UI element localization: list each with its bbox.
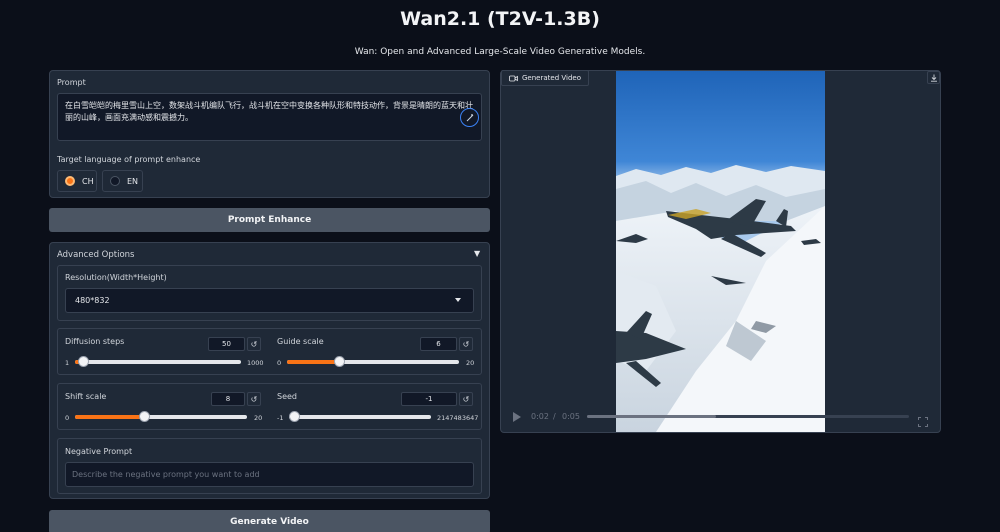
video-label-tag: Generated Video — [501, 70, 589, 86]
video-scene-image — [616, 71, 825, 432]
video-time-total: 0:05 — [562, 412, 580, 421]
resolution-label: Resolution(Width*Height) — [65, 273, 167, 282]
negative-prompt-input[interactable]: Describe the negative prompt you want to… — [65, 462, 474, 487]
slider-fill — [75, 415, 144, 419]
diffusion-steps-input[interactable]: 50 — [208, 337, 245, 351]
page-subtitle: Wan: Open and Advanced Large-Scale Video… — [354, 47, 646, 57]
video-time-current: 0:02 — [531, 412, 549, 421]
diffusion-steps-max: 1000 — [247, 359, 264, 367]
prompt-textarea[interactable]: 在白雪皑皑的梅里雪山上空，数架战斗机编队飞行，战斗机在空中变换各种队形和特技动作… — [57, 93, 482, 141]
enhance-language-label: Target language of prompt enhance — [57, 155, 201, 164]
radio-en-label: EN — [127, 176, 139, 186]
slider-track — [289, 415, 431, 419]
shift-seed-block — [57, 383, 482, 430]
radio-selected-icon — [65, 176, 75, 186]
negative-prompt-label: Negative Prompt — [65, 447, 133, 456]
slider-thumb[interactable] — [289, 411, 300, 422]
seed-min: -1 — [277, 414, 284, 422]
generate-video-button[interactable]: Generate Video — [49, 510, 490, 532]
seed-input[interactable]: -1 — [401, 392, 457, 406]
video-label-text: Generated Video — [522, 74, 581, 82]
video-progress-fill — [587, 415, 716, 418]
radio-en[interactable]: EN — [102, 170, 143, 192]
shift-scale-label: Shift scale — [65, 392, 107, 401]
radio-ch[interactable]: CH — [57, 170, 97, 192]
seed-slider[interactable] — [289, 411, 431, 422]
guide-scale-input[interactable]: 6 — [420, 337, 457, 351]
radio-ch-label: CH — [82, 176, 94, 186]
fullscreen-icon[interactable] — [918, 412, 928, 427]
guide-scale-max: 20 — [466, 359, 475, 367]
video-frame[interactable] — [616, 71, 825, 432]
slider-track — [75, 360, 241, 364]
slider-thumb[interactable] — [139, 411, 150, 422]
seed-reset-icon[interactable]: ↺ — [459, 392, 473, 406]
guide-scale-label: Guide scale — [277, 337, 324, 346]
diffusion-steps-reset-icon[interactable]: ↺ — [247, 337, 261, 351]
video-camera-icon — [509, 75, 518, 81]
magic-wand-icon[interactable] — [460, 108, 479, 127]
play-icon[interactable] — [513, 412, 521, 422]
shift-scale-min: 0 — [65, 414, 70, 422]
radio-unselected-icon — [110, 176, 120, 186]
seed-label: Seed — [277, 392, 297, 401]
download-icon[interactable] — [927, 71, 940, 84]
page-title: Wan2.1 (T2V-1.3B) — [400, 8, 600, 30]
video-time-separator: / — [553, 412, 556, 421]
diffusion-steps-label: Diffusion steps — [65, 337, 125, 346]
slider-thumb[interactable] — [334, 356, 345, 367]
shift-scale-slider[interactable] — [75, 411, 247, 422]
shift-scale-input[interactable]: 8 — [211, 392, 245, 406]
shift-scale-reset-icon[interactable]: ↺ — [247, 392, 261, 406]
slider-fill — [287, 360, 339, 364]
steps-guide-block — [57, 328, 482, 375]
slider-thumb[interactable] — [78, 356, 89, 367]
diffusion-steps-slider[interactable] — [75, 356, 241, 367]
chevron-down-icon — [455, 298, 461, 302]
collapse-toggle-icon[interactable]: ▼ — [474, 249, 480, 258]
advanced-options-title[interactable]: Advanced Options — [57, 250, 134, 260]
resolution-value: 480*832 — [75, 296, 110, 305]
prompt-enhance-button[interactable]: Prompt Enhance — [49, 208, 490, 232]
guide-scale-min: 0 — [277, 359, 282, 367]
shift-scale-max: 20 — [254, 414, 263, 422]
prompt-label: Prompt — [57, 78, 86, 87]
guide-scale-reset-icon[interactable]: ↺ — [459, 337, 473, 351]
seed-max: 2147483647 — [437, 414, 479, 422]
video-progress-bar[interactable] — [587, 415, 909, 418]
guide-scale-slider[interactable] — [287, 356, 459, 367]
diffusion-steps-min: 1 — [65, 359, 70, 367]
resolution-select[interactable]: 480*832 — [65, 288, 474, 313]
